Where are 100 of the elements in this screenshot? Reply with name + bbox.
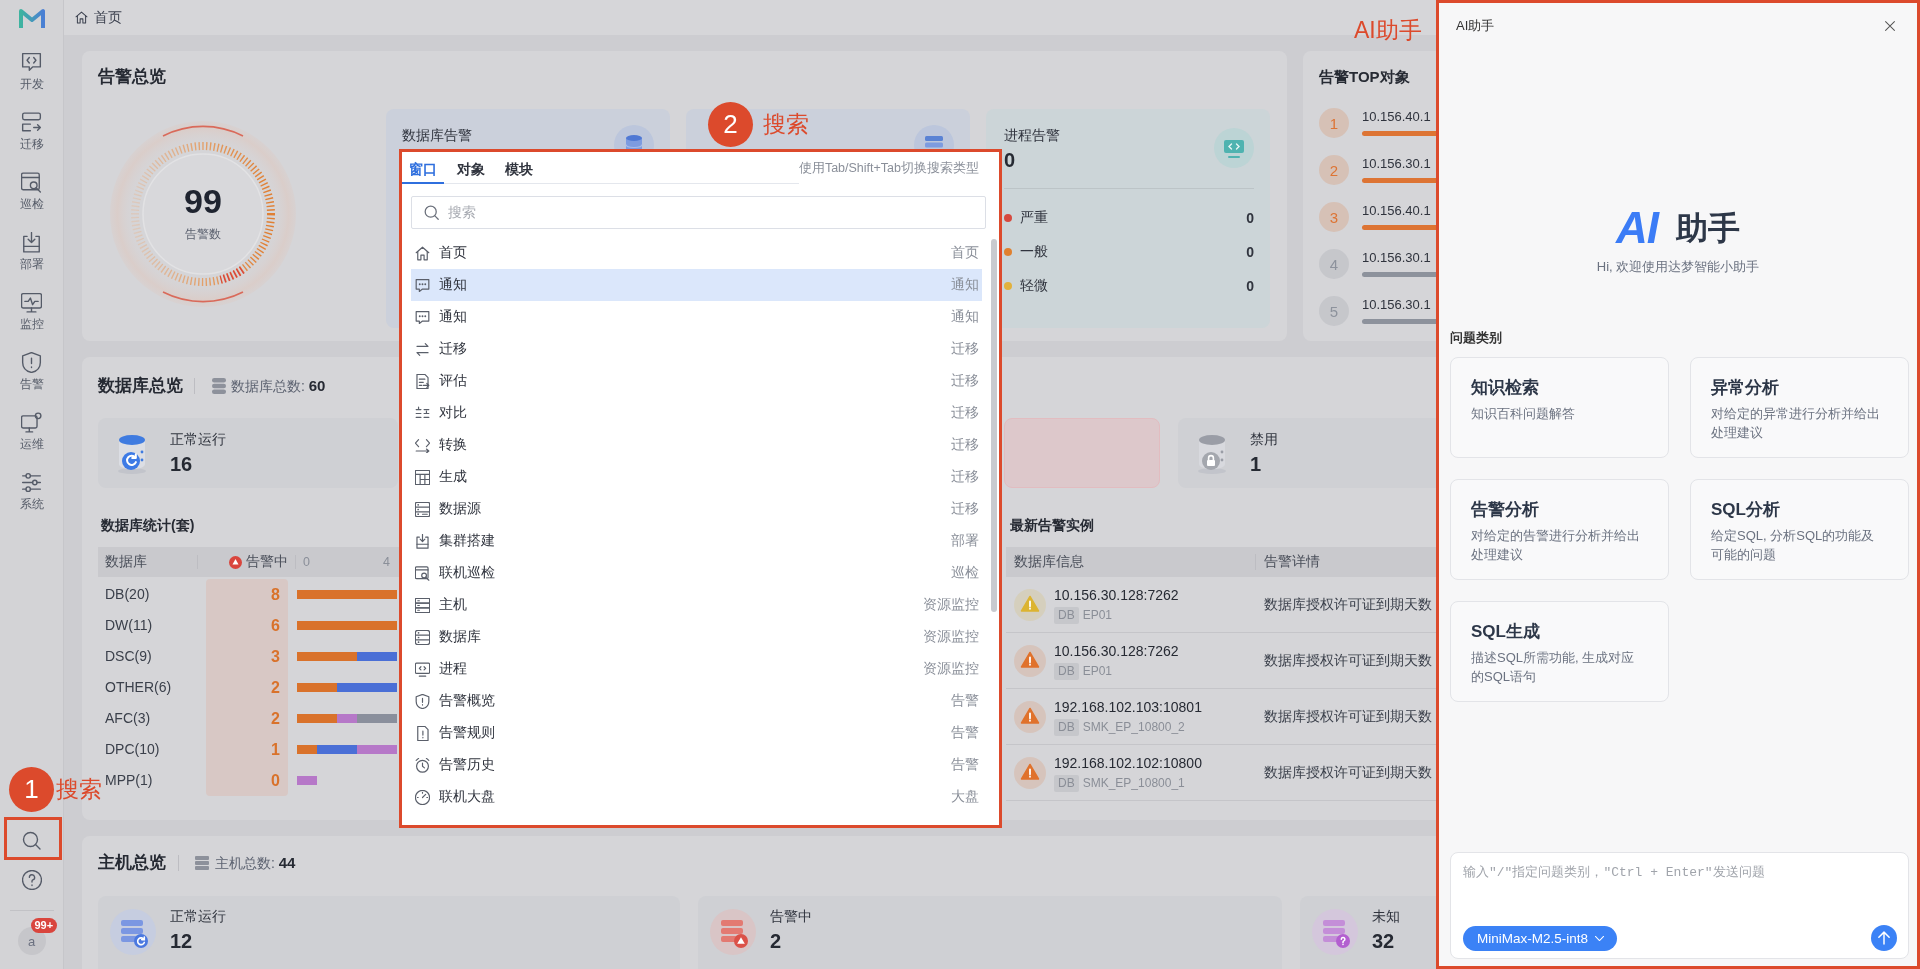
category-card[interactable]: SQL生成 描述SQL所需功能, 生成对应的SQL语句: [1450, 601, 1669, 702]
section-title: 问题类别: [1450, 329, 1502, 347]
object-name: 10.156.30.1: [1362, 296, 1432, 314]
tab[interactable]: 对象: [450, 152, 492, 184]
instance-name: EP01: [1082, 663, 1113, 680]
nav-item[interactable]: 运维: [3, 402, 60, 462]
nav-item[interactable]: 部署: [3, 222, 60, 282]
window-search-icon: [415, 565, 430, 581]
search-result-item[interactable]: 告警规则 告警: [411, 717, 982, 749]
search-result-item[interactable]: 联机巡检 巡检: [411, 557, 982, 589]
table-cell-text: OTHER(6): [104, 678, 173, 697]
search-result-item[interactable]: 进程 资源监控: [411, 653, 982, 685]
category-label: 通知: [951, 308, 979, 326]
nav-item[interactable]: 告警: [3, 342, 60, 402]
category-description: 描述SQL所需功能, 生成对应的SQL语句: [1471, 649, 1636, 686]
gauge-icon: [415, 789, 430, 805]
search-result-item[interactable]: 主机 资源监控: [411, 589, 982, 621]
monitor-gear-icon: [21, 412, 42, 433]
card-title: 数据库总览: [98, 375, 183, 397]
message-input[interactable]: 输入"/"指定问题类别，"Ctrl + Enter"发送问题: [1463, 863, 1897, 925]
object-name: 10.156.40.1: [1362, 202, 1432, 220]
category-card[interactable]: 告警分析 对给定的告警进行分析并给出处理建议: [1450, 479, 1669, 580]
address-text: 192.168.102.103:10801: [1054, 698, 1202, 717]
database-stack-icon: [212, 378, 226, 394]
search-result-item[interactable]: 首页 首页: [411, 237, 982, 269]
search-result-item[interactable]: 告警概览 告警: [411, 685, 982, 717]
search-result-item[interactable]: 数据库 资源监控: [411, 621, 982, 653]
card-title: 数据库告警: [402, 126, 472, 145]
bar-segment: [297, 776, 317, 785]
category-card[interactable]: 知识检索 知识百科问题解答: [1450, 357, 1669, 458]
category-label: 迁移: [951, 468, 979, 486]
search-result-item[interactable]: 评估 迁移: [411, 365, 982, 397]
document-icon: [415, 373, 430, 389]
monitor-pulse-icon: [21, 292, 42, 313]
code-message-icon: [21, 52, 42, 73]
metric-value: 0: [1004, 148, 1017, 172]
type-tag: DB: [1054, 663, 1079, 680]
arrow-up-icon: [1877, 931, 1891, 945]
file-alert-icon: [415, 725, 430, 741]
total-count: 数据库总数: 60: [231, 376, 326, 396]
table-cell-text: MPP(1): [104, 771, 154, 790]
metric-value: 12: [170, 929, 194, 954]
nav-item[interactable]: 开发: [3, 42, 60, 102]
close-button[interactable]: [1884, 20, 1896, 32]
object-name: 10.156.40.1: [1362, 108, 1432, 126]
search-result-item[interactable]: 数据源 迁移: [411, 493, 982, 525]
warning-icon: [1014, 756, 1046, 789]
search-result-item[interactable]: 转换 迁移: [411, 429, 982, 461]
alarm-detail: 数据库授权许可证到期天数: [1263, 763, 1432, 782]
severity-count: 0: [1246, 278, 1254, 294]
table-cell-text: 1: [270, 740, 281, 760]
category-label: 迁移: [951, 340, 979, 358]
tab[interactable]: 窗口: [402, 152, 444, 184]
window-search-icon: [21, 172, 42, 193]
rank-badge: 5: [1319, 296, 1349, 326]
search-result-item[interactable]: 对比 迁移: [411, 397, 982, 429]
category-card[interactable]: SQL分析 给定SQL, 分析SQL的功能及可能的问题: [1690, 479, 1909, 580]
search-input[interactable]: 搜索: [411, 196, 986, 229]
rank-badge: 4: [1319, 249, 1349, 279]
warning-icon: [1014, 588, 1046, 621]
code-icon: [415, 437, 430, 453]
gauge-value: 99: [184, 182, 222, 220]
table-cell-text: 0: [270, 771, 281, 791]
search-result-item[interactable]: 迁移 迁移: [411, 333, 982, 365]
rank-badge: 2: [1319, 155, 1349, 185]
search-result-item[interactable]: 生成 迁移: [411, 461, 982, 493]
chat-input[interactable]: 输入"/"指定问题类别，"Ctrl + Enter"发送问题 MiniMax-M2.5-int8: [1450, 852, 1909, 959]
hint-text: 使用Tab/Shift+Tab切换搜索类型: [798, 159, 980, 177]
message-icon: [415, 277, 430, 293]
model-select[interactable]: MiniMax-M2.5-int8: [1463, 925, 1618, 951]
category-card[interactable]: 异常分析 对给定的异常进行分析并给出处理建议: [1690, 357, 1909, 458]
tab[interactable]: 模块: [498, 152, 540, 184]
card-title: 主机总览: [98, 852, 166, 874]
server-warning-icon: [710, 909, 756, 955]
transfer-icon: [21, 112, 42, 133]
scrollbar-thumb[interactable]: [991, 239, 997, 612]
bar-segment: [357, 745, 397, 754]
column-header: 数据库信息: [1013, 553, 1085, 571]
severity-count: 0: [1246, 210, 1254, 226]
nav-item[interactable]: 迁移: [3, 102, 60, 162]
nav-item[interactable]: 巡检: [3, 162, 60, 222]
shield-alert-icon: [415, 693, 430, 709]
search-result-item[interactable]: 联机大盘 大盘: [411, 781, 982, 813]
home-icon: [75, 11, 88, 24]
nav-item[interactable]: 系统: [3, 462, 60, 522]
search-result-item[interactable]: 通知 通知: [411, 301, 982, 333]
search-result-item[interactable]: 告警历史 告警: [411, 749, 982, 781]
nav-item[interactable]: 监控: [3, 282, 60, 342]
search-result-item[interactable]: 通知 通知: [411, 269, 982, 301]
alarm-clock-icon: [415, 757, 430, 773]
metric-value: 2: [770, 929, 783, 954]
breadcrumb-item: 首页: [94, 8, 122, 27]
panel-title: AI助手: [1456, 17, 1495, 35]
logo-mark: AI: [1616, 205, 1658, 251]
metric-label: 禁用: [1250, 430, 1278, 449]
search-result-item[interactable]: 集群搭建 部署: [411, 525, 982, 557]
monitor-code-icon: [415, 661, 430, 677]
category-label: 资源监控: [923, 660, 979, 678]
send-button[interactable]: [1871, 925, 1897, 951]
category-label: 告警: [951, 692, 979, 710]
